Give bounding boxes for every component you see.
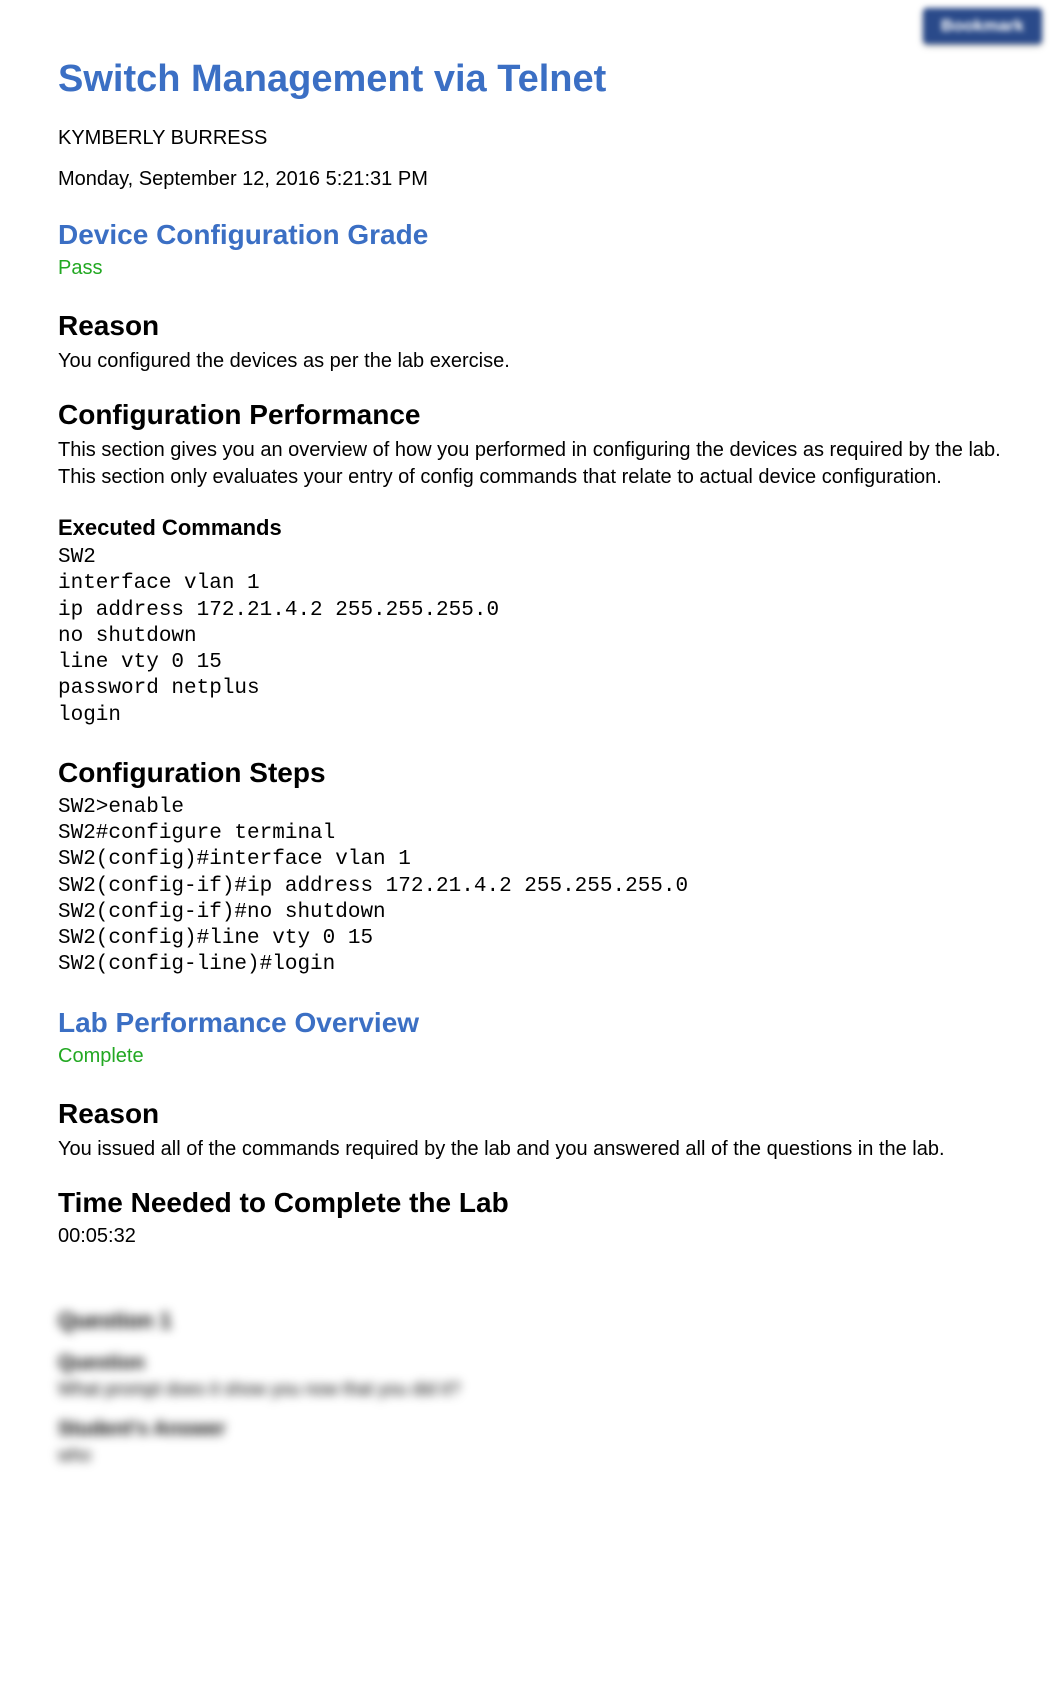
time-value: 00:05:32 <box>58 1225 1004 1248</box>
lab-perf-title: Lab Performance Overview <box>58 1007 1004 1039</box>
report-date: Monday, September 12, 2016 5:21:31 PM <box>58 168 1004 191</box>
reason1-title: Reason <box>58 310 1004 342</box>
grade-section-title: Device Configuration Grade <box>58 219 1004 251</box>
bookmark-button[interactable]: Bookmark <box>923 8 1042 44</box>
config-steps-title: Configuration Steps <box>58 757 1004 789</box>
question-label: Question <box>58 1352 1004 1375</box>
grade-status: Pass <box>58 257 1004 280</box>
lab-perf-status: Complete <box>58 1045 1004 1068</box>
config-perf-text: This section gives you an overview of ho… <box>58 437 1004 491</box>
page-title: Switch Management via Telnet <box>58 58 1004 101</box>
config-steps-code: SW2>enable SW2#configure terminal SW2(co… <box>58 795 1004 979</box>
question-number: Question 1 <box>58 1308 1004 1334</box>
config-perf-title: Configuration Performance <box>58 399 1004 431</box>
executed-commands-title: Executed Commands <box>58 515 1004 541</box>
question-text: What prompt does it show you now that yo… <box>58 1379 1004 1400</box>
reason2-title: Reason <box>58 1098 1004 1130</box>
reason2-text: You issued all of the commands required … <box>58 1136 1004 1163</box>
answer-text: who <box>58 1445 1004 1466</box>
executed-commands-code: SW2 interface vlan 1 ip address 172.21.4… <box>58 545 1004 729</box>
time-title: Time Needed to Complete the Lab <box>58 1187 1004 1219</box>
blurred-content: Question 1 Question What prompt does it … <box>58 1308 1004 1466</box>
reason1-text: You configured the devices as per the la… <box>58 348 1004 375</box>
answer-label: Student's Answer <box>58 1418 1004 1441</box>
author-name: KYMBERLY BURRESS <box>58 127 1004 150</box>
